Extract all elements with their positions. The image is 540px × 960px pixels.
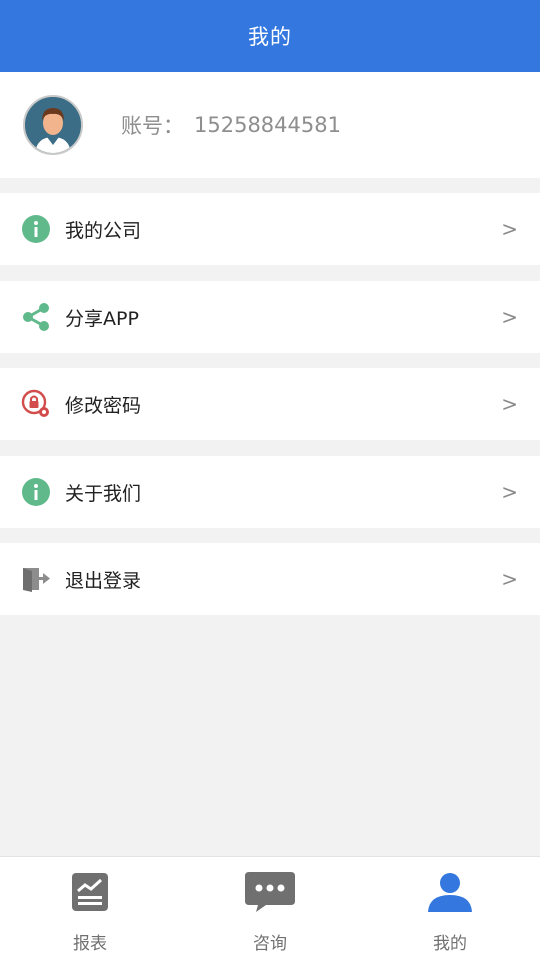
user-icon: [427, 871, 473, 913]
page-title: 我的: [248, 25, 292, 49]
logout-icon: [21, 564, 51, 594]
menu-item-my-company[interactable]: 我的公司 >: [0, 193, 540, 265]
info-icon: [21, 214, 51, 244]
chat-icon: [244, 871, 296, 913]
tab-label: 我的: [433, 934, 467, 954]
profile-card[interactable]: 账号： 15258844581: [0, 72, 540, 178]
report-icon: [71, 871, 109, 913]
info-icon: [21, 477, 51, 507]
tab-label: 报表: [73, 934, 107, 954]
bottom-tab-bar: 报表 咨询 我的: [0, 856, 540, 960]
menu-item-logout[interactable]: 退出登录 >: [0, 543, 540, 615]
menu-label: 退出登录: [65, 569, 142, 592]
account-info: 账号： 15258844581: [121, 110, 341, 140]
chevron-right-icon: >: [501, 217, 518, 241]
tab-label: 咨询: [253, 934, 287, 954]
menu-label: 修改密码: [65, 394, 142, 417]
account-number: 15258844581: [194, 113, 341, 137]
tab-mine[interactable]: 我的: [360, 857, 540, 960]
menu-label: 我的公司: [65, 219, 142, 242]
chevron-right-icon: >: [501, 480, 518, 504]
menu-label: 分享APP: [65, 307, 139, 330]
avatar: [23, 95, 83, 155]
menu-item-change-password[interactable]: 修改密码 >: [0, 368, 540, 440]
share-icon: [21, 302, 51, 332]
menu-item-about-us[interactable]: 关于我们 >: [0, 456, 540, 528]
chevron-right-icon: >: [501, 305, 518, 329]
menu-label: 关于我们: [65, 482, 142, 505]
tab-report[interactable]: 报表: [0, 857, 180, 960]
page-header: 我的: [0, 0, 540, 72]
chevron-right-icon: >: [501, 567, 518, 591]
menu-item-share-app[interactable]: 分享APP >: [0, 281, 540, 353]
lock-settings-icon: [21, 389, 51, 419]
tab-consult[interactable]: 咨询: [180, 857, 360, 960]
account-label: 账号：: [121, 114, 184, 138]
chevron-right-icon: >: [501, 392, 518, 416]
